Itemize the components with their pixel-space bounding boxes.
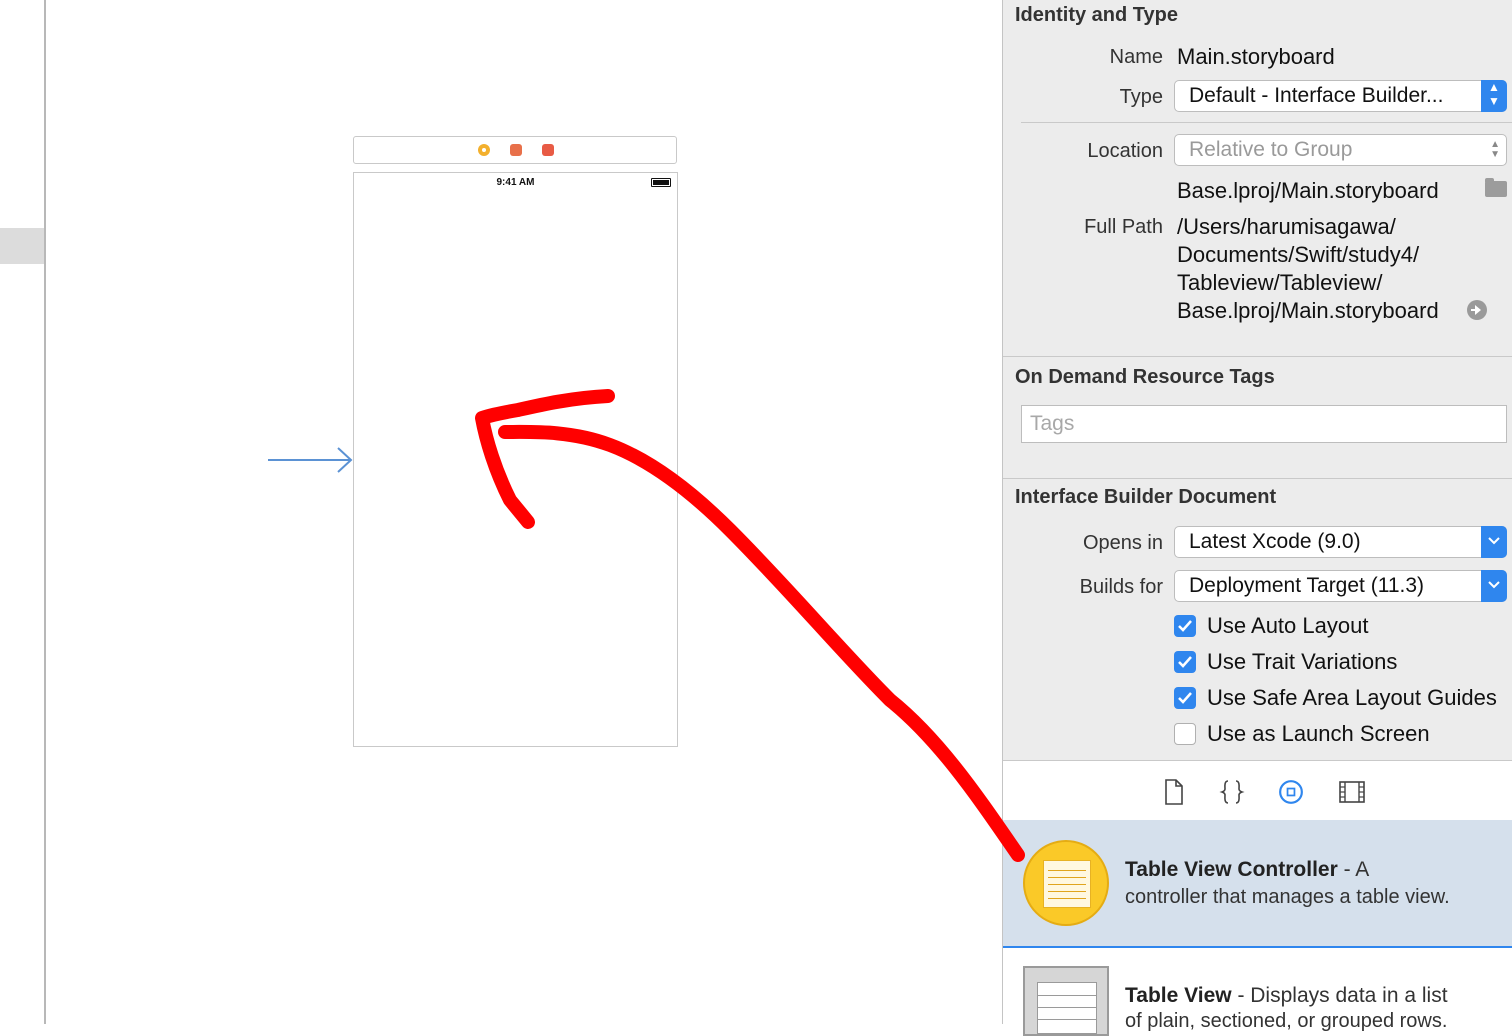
tags-input[interactable]: [1028, 406, 1492, 442]
library-item-sep: - Displays data in a list: [1231, 984, 1448, 1007]
section-divider: [1003, 356, 1512, 357]
library-item-sep: - A: [1337, 858, 1370, 881]
safe-area-label: Use Safe Area Layout Guides: [1207, 685, 1497, 710]
tags-field[interactable]: [1021, 405, 1507, 443]
name-value[interactable]: Main.storyboard: [1177, 44, 1335, 70]
location-popup-value: Relative to Group: [1189, 138, 1353, 161]
type-popup-value: Default - Interface Builder...: [1189, 84, 1444, 107]
fullpath-label: Full Path: [1084, 216, 1163, 238]
first-responder-icon[interactable]: [510, 144, 522, 156]
opens-in-popup[interactable]: Latest Xcode (9.0): [1174, 526, 1507, 558]
library-item-desc: controller that manages a table view.: [1125, 886, 1450, 908]
location-label: Location: [1087, 140, 1163, 162]
safe-area-checkbox[interactable]: [1174, 687, 1196, 709]
section-divider: [1021, 122, 1512, 123]
fullpath-line: Documents/Swift/study4/: [1177, 242, 1420, 267]
exit-icon[interactable]: [542, 144, 554, 156]
updown-chevron-icon: ▲ ▼: [1490, 139, 1500, 160]
battery-icon: [651, 178, 671, 187]
fullpath-line: Tableview/Tableview/: [1177, 270, 1383, 295]
location-popup[interactable]: Relative to Group ▲ ▼: [1174, 134, 1507, 166]
section-divider: [1003, 478, 1512, 479]
ibdoc-section-title: Interface Builder Document: [1015, 486, 1277, 508]
launch-screen-label: Use as Launch Screen: [1207, 721, 1430, 746]
auto-layout-checkbox[interactable]: [1174, 615, 1196, 637]
name-label: Name: [1109, 46, 1163, 68]
odr-section-title: On Demand Resource Tags: [1015, 366, 1275, 388]
launch-screen-checkbox[interactable]: [1174, 723, 1196, 745]
chevron-down-icon: [1481, 526, 1507, 558]
navigator-selection[interactable]: [0, 228, 44, 264]
library-tab-bar: [1002, 760, 1512, 821]
folder-icon[interactable]: [1485, 178, 1507, 197]
table-view-controller-icon: [1023, 840, 1109, 926]
library-item-desc: of plain, sectioned, or grouped rows.: [1125, 1010, 1448, 1032]
opens-in-label: Opens in: [1082, 532, 1163, 554]
builds-for-value: Deployment Target (11.3): [1189, 574, 1425, 597]
fullpath-line: Base.lproj/Main.storyboard: [1177, 298, 1439, 323]
view-controller-scene[interactable]: 9:41 AM: [353, 172, 678, 747]
table-view-icon: [1023, 966, 1109, 1036]
type-label: Type: [1119, 86, 1163, 108]
navigator-strip: [0, 0, 46, 1024]
auto-layout-label: Use Auto Layout: [1207, 613, 1369, 638]
object-library-list: Table View Controller - A controller tha…: [1002, 820, 1512, 1036]
media-library-icon[interactable]: [1337, 777, 1367, 807]
fullpath-line: /Users/harumisagawa/: [1177, 214, 1396, 239]
updown-chevron-icon: ▲ ▼: [1481, 80, 1507, 112]
library-item-table-view[interactable]: Table View - Displays data in a list of …: [1003, 948, 1512, 1036]
file-template-icon[interactable]: [1161, 777, 1187, 807]
library-item-table-view-controller[interactable]: Table View Controller - A controller tha…: [1003, 820, 1512, 948]
identity-section-title: Identity and Type: [1015, 4, 1178, 26]
object-library-icon[interactable]: [1278, 777, 1304, 807]
status-bar-time: 9:41 AM: [496, 177, 535, 188]
chevron-down-icon: [1481, 570, 1507, 602]
reveal-in-finder-icon[interactable]: [1467, 300, 1487, 320]
library-item-title: Table View - Displays data in a list: [1125, 984, 1448, 1008]
type-popup[interactable]: Default - Interface Builder... ▲ ▼: [1174, 80, 1507, 112]
view-controller-icon[interactable]: [478, 144, 490, 156]
library-item-name: Table View: [1125, 984, 1232, 1007]
trait-variations-checkbox[interactable]: [1174, 651, 1196, 673]
opens-in-value: Latest Xcode (9.0): [1189, 530, 1361, 553]
library-item-name: Table View Controller: [1125, 858, 1338, 881]
code-snippet-icon[interactable]: [1219, 777, 1245, 807]
scene-dock: [353, 136, 677, 164]
library-item-title: Table View Controller - A: [1125, 858, 1369, 882]
trait-variations-label: Use Trait Variations: [1207, 649, 1398, 674]
location-file: Base.lproj/Main.storyboard: [1177, 178, 1439, 203]
initial-entry-arrow-icon[interactable]: [268, 445, 358, 475]
builds-for-popup[interactable]: Deployment Target (11.3): [1174, 570, 1507, 602]
file-inspector: Identity and Type Name Main.storyboard T…: [1002, 0, 1512, 820]
builds-for-label: Builds for: [1079, 576, 1163, 598]
